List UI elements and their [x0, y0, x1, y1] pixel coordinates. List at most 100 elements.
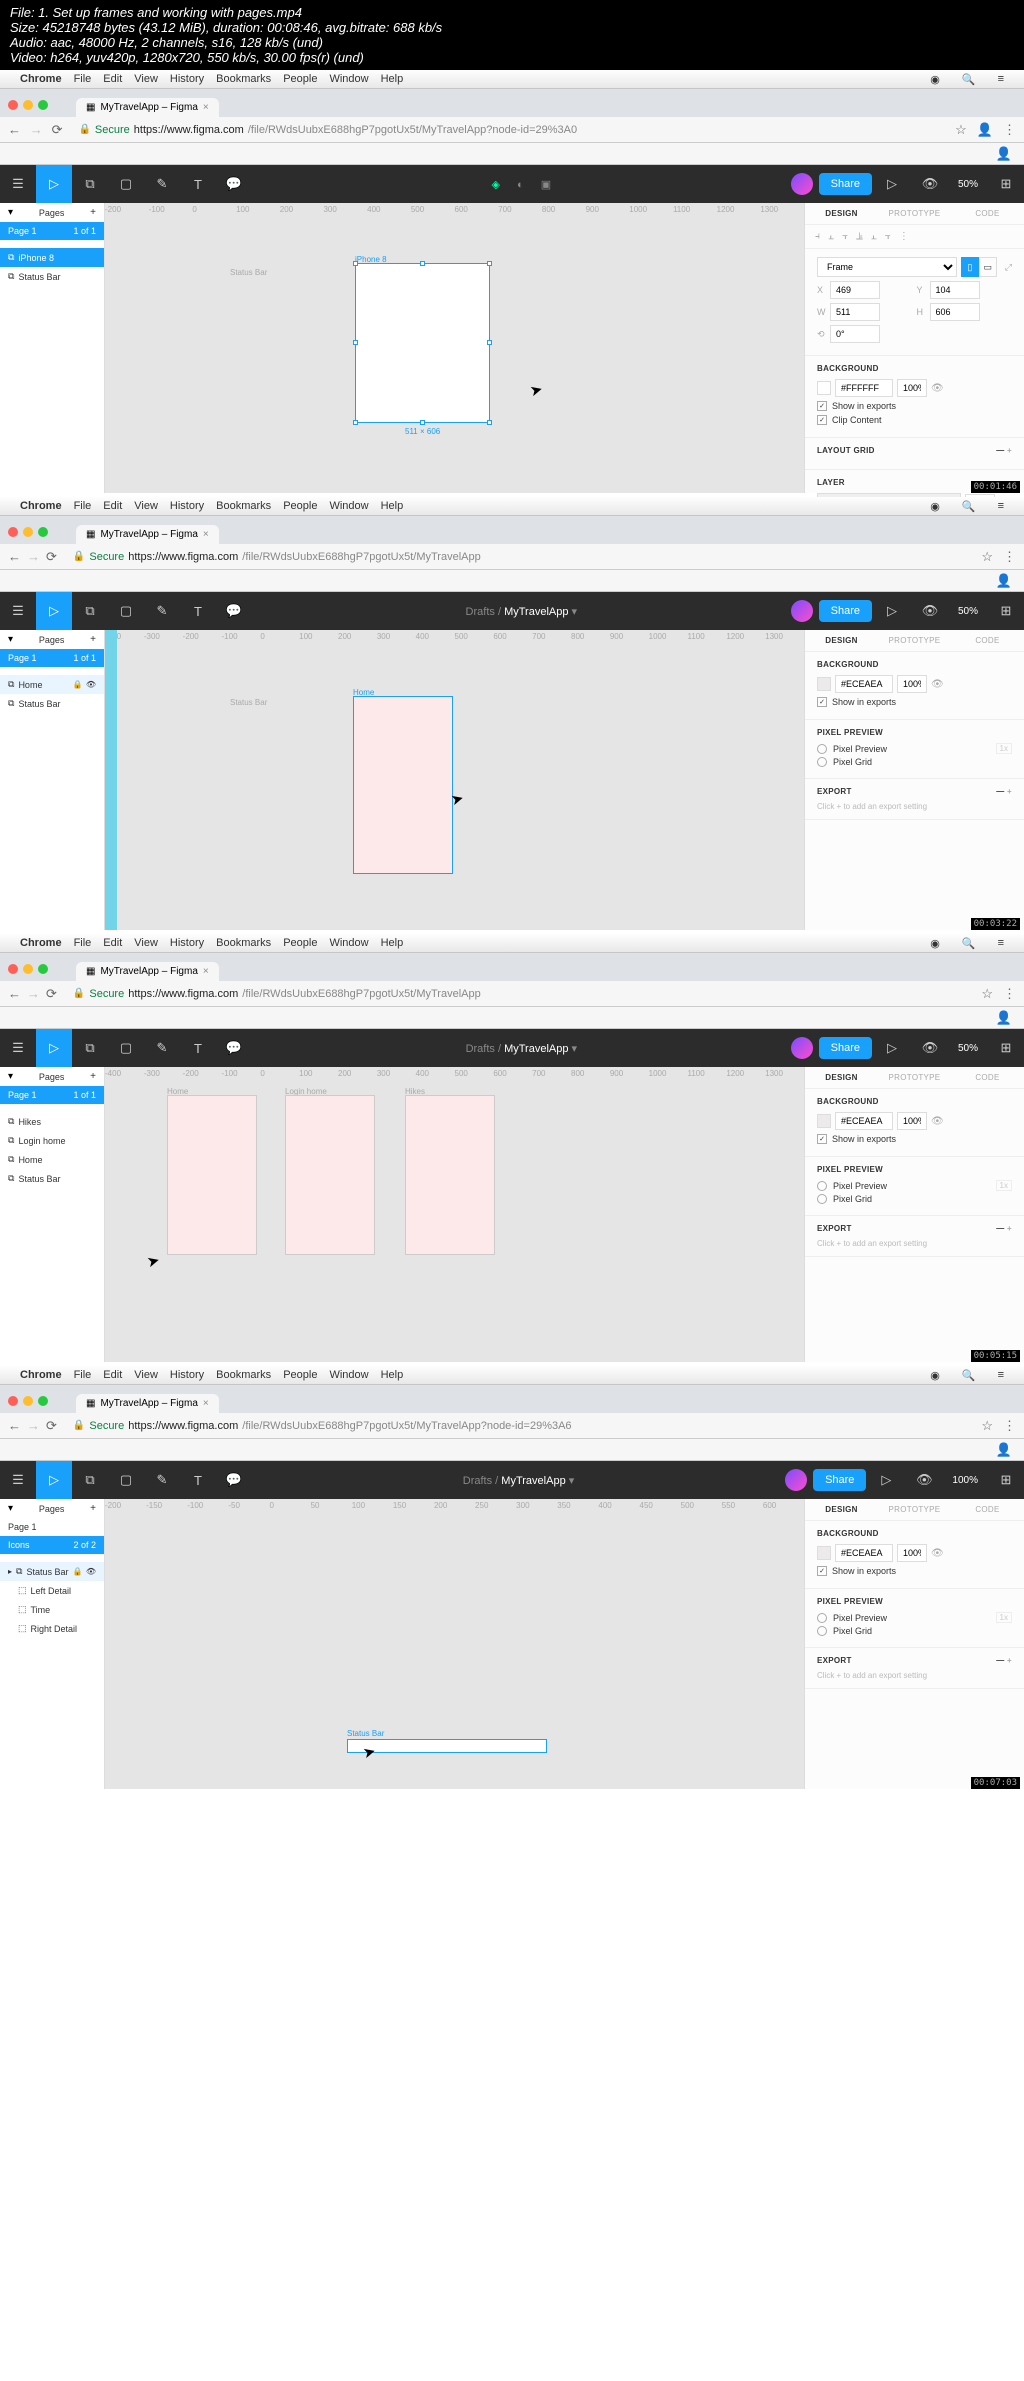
color-hex-input[interactable] — [835, 379, 893, 397]
color-opacity-input[interactable] — [897, 675, 927, 693]
frame-tool-icon[interactable]: ⧉ — [72, 1461, 108, 1499]
rectangle-tool-icon[interactable]: ▢ — [108, 165, 144, 203]
menu-history[interactable]: History — [170, 73, 204, 85]
minimize-icon[interactable] — [23, 100, 33, 110]
address-bar[interactable]: 🔒Securehttps://www.figma.com/file/RWdsUu… — [73, 1420, 971, 1432]
share-button[interactable]: Share — [819, 600, 872, 622]
share-button[interactable]: Share — [819, 173, 872, 195]
tab-design[interactable]: DESIGN — [805, 203, 878, 224]
orient-landscape[interactable]: ▭ — [979, 257, 997, 277]
profile-avatar-icon[interactable]: 👤 — [996, 146, 1012, 162]
hamburger-icon[interactable]: ☰ — [0, 592, 36, 630]
frame-hikes[interactable] — [405, 1095, 495, 1255]
color-swatch[interactable] — [817, 381, 831, 395]
menu-window[interactable]: Window — [329, 73, 368, 85]
forward-icon[interactable]: → — [27, 549, 40, 564]
zoom-level[interactable]: 50% — [950, 606, 986, 617]
checkbox-show-exports[interactable] — [817, 401, 827, 411]
color-opacity-input[interactable] — [897, 379, 927, 397]
frame-iphone8[interactable] — [355, 263, 490, 423]
menu-help[interactable]: Help — [381, 500, 404, 512]
layer-statusbar[interactable]: ⧉Status Bar — [0, 1169, 104, 1188]
options-icon[interactable]: ⊞ — [988, 165, 1024, 203]
menu-bookmarks[interactable]: Bookmarks — [216, 500, 271, 512]
add-page-icon[interactable]: + — [90, 1071, 96, 1082]
pen-tool-icon[interactable]: ✎ — [144, 592, 180, 630]
checkbox-clip-content[interactable] — [817, 415, 827, 425]
chevron-down-icon[interactable]: ▾ — [8, 207, 13, 218]
radio-pixel-grid[interactable] — [817, 757, 827, 767]
menu-window[interactable]: Window — [329, 500, 368, 512]
canvas[interactable]: -200-10001002003004005006007008009001000… — [105, 203, 804, 493]
text-tool-icon[interactable]: T — [180, 592, 216, 630]
frame-preset-select[interactable]: Frame — [817, 257, 957, 277]
page-item[interactable]: Page 1 — [0, 1518, 104, 1536]
layer-statusbar[interactable]: ⧉ Status Bar — [0, 267, 104, 286]
input-rotation[interactable] — [830, 325, 880, 343]
breadcrumb-drafts[interactable]: Drafts — [466, 606, 495, 618]
rectangle-tool-icon[interactable]: ▢ — [108, 592, 144, 630]
star-icon[interactable]: ☆ — [981, 549, 993, 565]
pen-tool-icon[interactable]: ✎ — [144, 165, 180, 203]
bool-icon[interactable]: ▣ — [541, 179, 551, 191]
tab-code[interactable]: CODE — [951, 203, 1024, 224]
menu-icon[interactable]: ≡ — [998, 73, 1004, 85]
color-hex-input[interactable] — [835, 1112, 893, 1130]
mac-menubar[interactable]: Chrome FileEditView HistoryBookmarksPeop… — [0, 1366, 1024, 1385]
page-item[interactable]: Page 11 of 1 — [0, 1086, 104, 1104]
frame-tool-icon[interactable]: ⧉ — [72, 1029, 108, 1067]
window-controls[interactable] — [0, 100, 56, 117]
checkbox-show-exports[interactable] — [817, 697, 827, 707]
hamburger-icon[interactable]: ☰ — [0, 1029, 36, 1067]
page-item[interactable]: Page 11 of 1 — [0, 222, 104, 240]
layer-statusbar[interactable]: ⧉Status Bar — [0, 694, 104, 713]
menu-people[interactable]: People — [283, 500, 317, 512]
expand-icon[interactable]: ⤢ — [1005, 262, 1012, 273]
search-icon[interactable]: 🔍 — [962, 73, 976, 86]
add-page-icon[interactable]: + — [90, 1503, 96, 1514]
alignment-controls[interactable]: ⫞⫠⫟ ⫡⫠⫟ ⋮ — [805, 225, 1024, 249]
color-hex-input[interactable] — [835, 675, 893, 693]
comment-tool-icon[interactable]: 💬 — [216, 592, 252, 630]
menu-edit[interactable]: Edit — [103, 73, 122, 85]
move-tool-icon[interactable]: ▷ — [36, 592, 72, 630]
tab-code[interactable]: CODE — [951, 630, 1024, 651]
star-icon[interactable]: ☆ — [955, 122, 967, 138]
mac-menubar[interactable]: Chrome File Edit View History Bookmarks … — [0, 70, 1024, 89]
eye-icon[interactable]: 👁 — [86, 1567, 96, 1576]
move-tool-icon[interactable]: ▷ — [36, 165, 72, 203]
mask-icon[interactable]: ◐ — [517, 179, 524, 191]
frame-tool-icon[interactable]: ⧉ — [72, 165, 108, 203]
forward-icon[interactable]: → — [30, 122, 43, 137]
browser-tab[interactable]: ▦ MyTravelApp – Figma × — [76, 98, 219, 117]
input-h[interactable] — [930, 303, 980, 321]
comment-tool-icon[interactable]: 💬 — [216, 165, 252, 203]
tab-close-icon[interactable]: × — [203, 102, 209, 113]
layer-home[interactable]: ⧉Home 🔒👁 — [0, 675, 104, 694]
component-icon[interactable]: ◈ — [491, 179, 499, 191]
menu-edit[interactable]: Edit — [103, 500, 122, 512]
view-icon[interactable]: 👁 — [912, 165, 948, 203]
layer-left-detail[interactable]: ⬚Left Detail — [0, 1581, 104, 1600]
share-button[interactable]: Share — [819, 1037, 872, 1059]
browser-tab[interactable]: ▦MyTravelApp – Figma× — [76, 962, 219, 981]
canvas[interactable]: -400-300-200-100010020030040050060070080… — [105, 1067, 804, 1362]
search-icon[interactable]: 🔍 — [962, 500, 976, 513]
menu-bookmarks[interactable]: Bookmarks — [216, 73, 271, 85]
frame-home[interactable] — [167, 1095, 257, 1255]
lock-icon[interactable]: 🔒 — [73, 680, 83, 689]
input-w[interactable] — [830, 303, 880, 321]
frame-tool-icon[interactable]: ⧉ — [72, 592, 108, 630]
back-icon[interactable]: ← — [8, 549, 21, 564]
menu-chrome[interactable]: Chrome — [20, 500, 62, 512]
add-grid-icon[interactable]: + — [1007, 446, 1012, 455]
orient-portrait[interactable]: ▯ — [961, 257, 979, 277]
tab-prototype[interactable]: PROTOTYPE — [878, 630, 951, 651]
kebab-icon[interactable]: ⋮ — [1003, 122, 1016, 138]
pen-tool-icon[interactable]: ✎ — [144, 1029, 180, 1067]
text-tool-icon[interactable]: T — [180, 165, 216, 203]
tab-prototype[interactable]: PROTOTYPE — [878, 203, 951, 224]
page-item-icons[interactable]: Icons2 of 2 — [0, 1536, 104, 1554]
layer-iphone8[interactable]: ⧉ iPhone 8 — [0, 248, 104, 267]
layer-time[interactable]: ⬚Time — [0, 1600, 104, 1619]
